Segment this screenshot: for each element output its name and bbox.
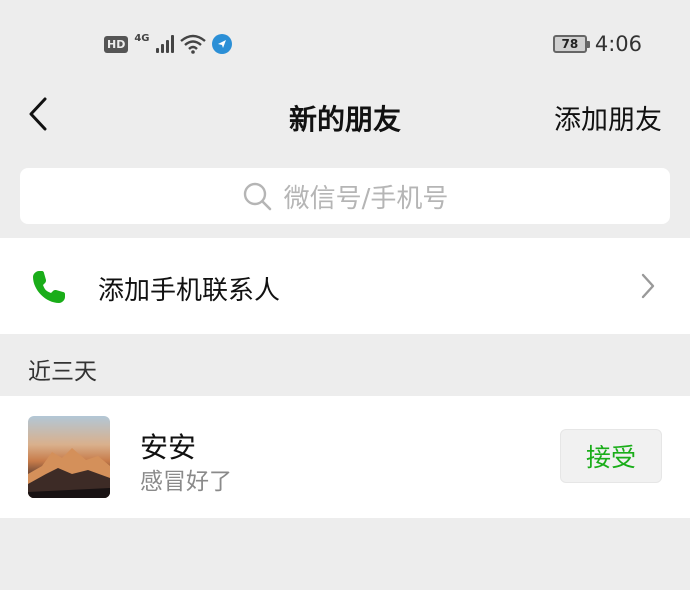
status-right: 78 4:06 [552, 32, 642, 56]
add-phone-contacts-label: 添加手机联系人 [98, 276, 281, 306]
section-header-recent: 近三天 [28, 359, 97, 385]
battery-icon: 78 [552, 35, 590, 53]
add-friend-button[interactable]: 添加朋友 [554, 98, 662, 137]
clock: 4:06 [594, 32, 642, 56]
search-input[interactable]: 微信号/手机号 [20, 168, 670, 224]
accept-button[interactable]: 接受 [560, 429, 662, 483]
wifi-icon [179, 34, 206, 54]
status-bar: HD 4G 78 4:06 [0, 0, 690, 86]
signal-icon [155, 35, 174, 53]
chevron-left-icon [29, 97, 47, 131]
status-left: HD 4G [104, 32, 232, 56]
add-phone-contacts-row[interactable]: 添加手机联系人 [0, 238, 690, 334]
phone-icon [33, 271, 65, 303]
avatar[interactable] [28, 416, 110, 498]
new-friends-screen: HD 4G 78 4:06 新的朋友 添加朋友 微信号/手机号 添加手机联系人 … [0, 0, 690, 590]
chevron-right-icon [641, 273, 655, 299]
mountain-image [28, 448, 110, 498]
nav-bar: 新的朋友 添加朋友 [0, 86, 690, 146]
app-notification-icon [211, 34, 232, 54]
requester-name: 安安 [140, 431, 197, 464]
back-button[interactable] [18, 94, 58, 134]
network-type: 4G [134, 32, 150, 44]
search-placeholder: 微信号/手机号 [283, 183, 449, 214]
friend-request-row[interactable]: 安安 感冒好了 接受 [0, 396, 690, 518]
request-message: 感冒好了 [140, 469, 232, 495]
search-icon [243, 182, 271, 211]
hd-badge: HD [104, 35, 129, 53]
